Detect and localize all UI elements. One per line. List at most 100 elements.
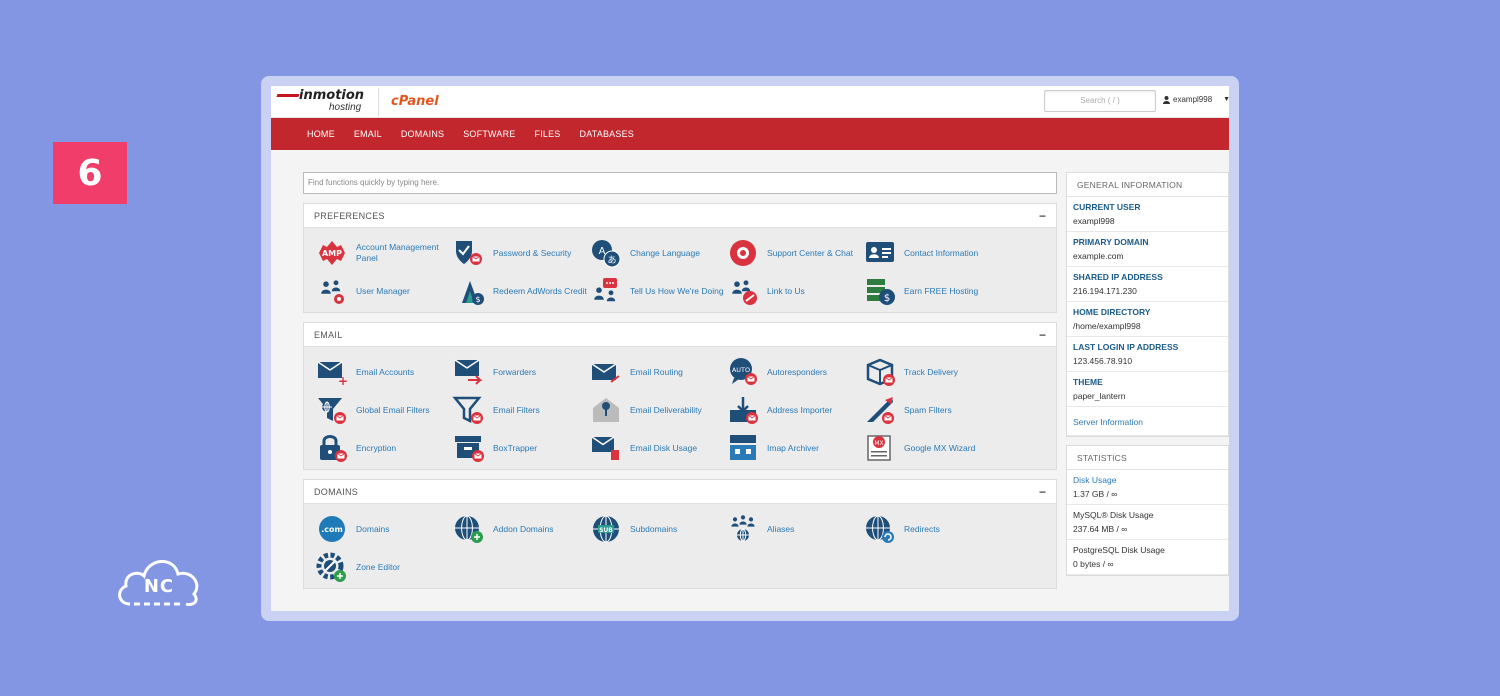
shield-icon <box>451 236 487 270</box>
preferences-panel-header[interactable]: PREFERENCES − <box>304 204 1056 228</box>
item-redirects[interactable]: Redirects <box>862 510 999 548</box>
item-label: Zone Editor <box>356 561 400 572</box>
svg-text:MX: MX <box>874 440 883 447</box>
nc-logo-text: NC <box>143 576 175 597</box>
stat-key[interactable]: Disk Usage <box>1073 475 1222 485</box>
item-change-language[interactable]: Aあ Change Language <box>588 234 725 272</box>
item-boxtrapper[interactable]: BoxTrapper <box>451 429 588 467</box>
item-spam-filters[interactable]: Spam Filters <box>862 391 999 429</box>
item-earn-free-hosting[interactable]: $ Earn FREE Hosting <box>862 272 999 310</box>
info-row-primary-domain: PRIMARY DOMAIN example.com <box>1067 232 1228 267</box>
email-panel-header[interactable]: EMAIL − <box>304 323 1056 347</box>
step-number-badge: 6 <box>53 142 127 204</box>
brand-area[interactable]: inmotion hosting cPanel <box>271 86 439 118</box>
nav-databases[interactable]: DATABASES <box>580 129 634 139</box>
item-email-disk-usage[interactable]: Email Disk Usage <box>588 429 725 467</box>
info-value: exampl998 <box>1073 216 1115 226</box>
info-value: /home/exampl998 <box>1073 321 1141 331</box>
info-key: PRIMARY DOMAIN <box>1073 237 1149 247</box>
collapse-icon[interactable]: − <box>1039 485 1046 499</box>
cpanel-logo[interactable]: cPanel <box>391 94 439 109</box>
item-addon-domains[interactable]: Addon Domains <box>451 510 588 548</box>
preferences-grid: AMP Account Management Panel Password & … <box>304 228 1056 312</box>
svg-text:あ: あ <box>607 255 616 266</box>
item-label: Aliases <box>767 523 795 534</box>
item-label: Redeem AdWords Credit <box>493 285 587 296</box>
item-label: Redirects <box>904 523 940 534</box>
item-encryption[interactable]: Encryption <box>314 429 451 467</box>
item-aliases[interactable]: Aliases <box>725 510 862 548</box>
info-key: THEME <box>1073 377 1103 387</box>
item-email-routing[interactable]: Email Routing <box>588 353 725 391</box>
domains-panel-header[interactable]: DOMAINS − <box>304 480 1056 504</box>
collapse-icon[interactable]: − <box>1039 209 1046 223</box>
stat-key: MySQL® Disk Usage <box>1073 510 1154 520</box>
info-value: 216.194.171.230 <box>1073 286 1137 296</box>
user-menu[interactable]: exampl998 ▼ <box>1163 95 1229 104</box>
item-account-management-panel[interactable]: AMP Account Management Panel <box>314 234 451 272</box>
item-support-center-chat[interactable]: Support Center & Chat <box>725 234 862 272</box>
nav-files[interactable]: FILES <box>535 129 561 139</box>
info-row-theme: THEME paper_lantern <box>1067 372 1228 407</box>
item-link-to-us[interactable]: Link to Us <box>725 272 862 310</box>
mx-wizard-icon: MX <box>862 431 898 465</box>
item-email-deliverability[interactable]: Email Deliverability <box>588 391 725 429</box>
server-dollar-icon: $ <box>862 274 898 308</box>
import-icon <box>725 393 761 427</box>
username-label: exampl998 <box>1173 95 1213 104</box>
item-user-manager[interactable]: User Manager <box>314 272 451 310</box>
nav-home[interactable]: HOME <box>307 129 335 139</box>
svg-text:$: $ <box>884 293 890 304</box>
nav-software[interactable]: SOFTWARE <box>463 129 515 139</box>
item-label: Google MX Wizard <box>904 442 976 453</box>
item-contact-information[interactable]: Contact Information <box>862 234 999 272</box>
item-label: Forwarders <box>493 366 536 377</box>
stat-row-disk-usage: Disk Usage 1.37 GB / ∞ <box>1067 470 1228 505</box>
nav-domains[interactable]: DOMAINS <box>401 129 444 139</box>
find-functions-input[interactable]: Find functions quickly by typing here. <box>303 172 1057 194</box>
server-information-link[interactable]: Server Information <box>1073 417 1143 427</box>
item-zone-editor[interactable]: Zone Editor <box>314 548 451 586</box>
item-google-mx-wizard[interactable]: MX Google MX Wizard <box>862 429 999 467</box>
globe-redirect-icon <box>862 512 898 546</box>
info-key: LAST LOGIN IP ADDRESS <box>1073 342 1179 352</box>
svg-text:SUB: SUB <box>599 527 613 534</box>
item-domains[interactable]: .com Domains <box>314 510 451 548</box>
item-email-filters[interactable]: Email Filters <box>451 391 588 429</box>
panel-title: DOMAINS <box>314 486 359 497</box>
svg-text:$: $ <box>475 295 480 304</box>
svg-text:.com: .com <box>321 525 343 534</box>
item-label: Domains <box>356 523 390 534</box>
brand-sub-text: hosting <box>329 101 362 113</box>
dotcom-icon: .com <box>314 512 350 546</box>
info-value: 123.456.78.910 <box>1073 356 1133 366</box>
brand-main-text: inmotion <box>299 87 365 103</box>
svg-text:AMP: AMP <box>322 249 342 258</box>
item-track-delivery[interactable]: Track Delivery <box>862 353 999 391</box>
item-tell-us-how-we-re-doing[interactable]: Tell Us How We're Doing <box>588 272 725 310</box>
nav-email[interactable]: EMAIL <box>354 129 382 139</box>
item-label: Encryption <box>356 442 397 453</box>
link-users-icon <box>725 274 761 308</box>
item-address-importer[interactable]: Address Importer <box>725 391 862 429</box>
info-row-current-user: CURRENT USER exampl998 <box>1067 197 1228 232</box>
item-subdomains[interactable]: SUB Subdomains <box>588 510 725 548</box>
item-imap-archiver[interactable]: Imap Archiver <box>725 429 862 467</box>
swoosh-mark <box>276 93 300 97</box>
item-password-security[interactable]: Password & Security <box>451 234 588 272</box>
item-autoresponders[interactable]: AUTO Autoresponders <box>725 353 862 391</box>
collapse-icon[interactable]: − <box>1039 328 1046 342</box>
top-bar: inmotion hosting cPanel Search ( / ) exa… <box>271 86 1229 118</box>
item-label: Track Delivery <box>904 366 958 377</box>
info-key: HOME DIRECTORY <box>1073 307 1151 317</box>
user-icon <box>1163 95 1170 104</box>
top-search-input[interactable]: Search ( / ) <box>1044 90 1156 112</box>
stat-key: PostgreSQL Disk Usage <box>1073 545 1165 555</box>
item-global-email-filters[interactable]: Global Email Filters <box>314 391 451 429</box>
item-email-accounts[interactable]: + Email Accounts <box>314 353 451 391</box>
inmotion-logo[interactable]: inmotion hosting <box>276 87 379 116</box>
item-label: Contact Information <box>904 247 979 258</box>
item-label: Spam Filters <box>904 404 952 415</box>
item-redeem-adwords-credit[interactable]: $ Redeem AdWords Credit <box>451 272 588 310</box>
item-forwarders[interactable]: Forwarders <box>451 353 588 391</box>
